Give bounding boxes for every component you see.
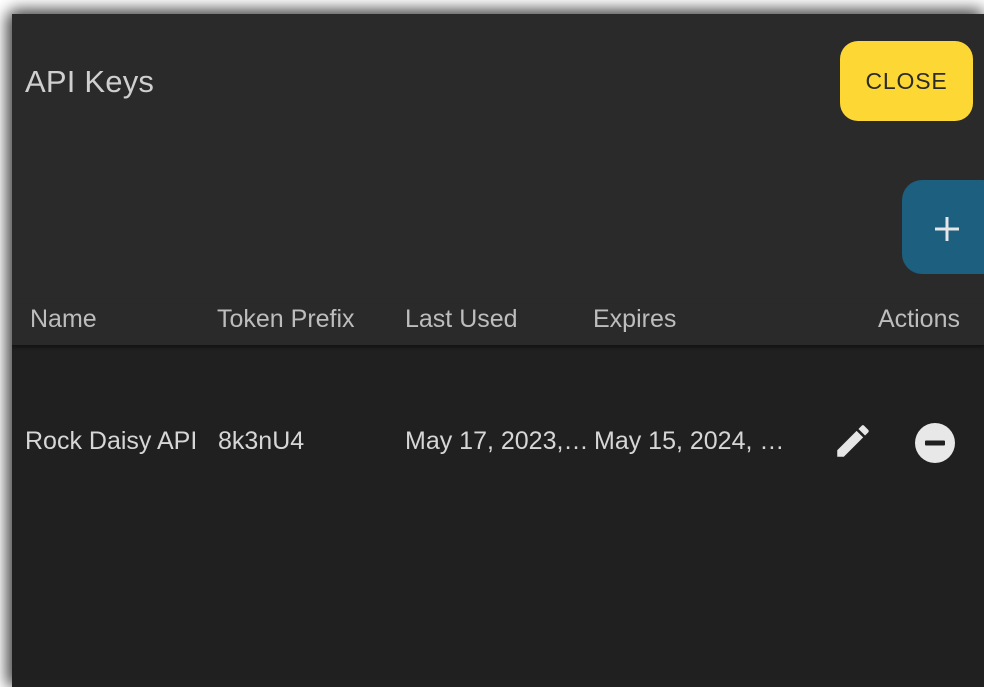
column-header-name: Name: [30, 305, 97, 333]
cell-last-used: May 17, 2023, 10:42 AM: [405, 427, 594, 455]
table-header: Name Token Prefix Last Used Expires Acti…: [12, 299, 984, 346]
close-button[interactable]: CLOSE: [840, 41, 973, 121]
plus-icon: [935, 217, 959, 241]
cell-expires: May 15, 2024, 12:00 AM: [594, 427, 786, 455]
column-header-last-used: Last Used: [405, 305, 518, 333]
column-header-token-prefix: Token Prefix: [217, 305, 355, 333]
column-header-actions: Actions: [878, 305, 960, 333]
edit-api-key-button[interactable]: [832, 420, 874, 462]
column-header-expires: Expires: [593, 305, 677, 333]
dialog-title: API Keys: [25, 64, 155, 99]
api-keys-dialog: API Keys CLOSE Name Token Prefix Last Us…: [12, 14, 984, 687]
table-body: Rock Daisy API 8k3nU4 May 17, 2023, 10:4…: [12, 346, 984, 687]
add-api-key-button[interactable]: [902, 180, 984, 274]
edit-pencil-icon: [837, 425, 869, 457]
cell-token-prefix: 8k3nU4: [218, 427, 305, 455]
cell-name: Rock Daisy API: [25, 427, 198, 455]
remove-circle-icon: [915, 423, 955, 463]
remove-api-key-button[interactable]: [913, 421, 957, 465]
